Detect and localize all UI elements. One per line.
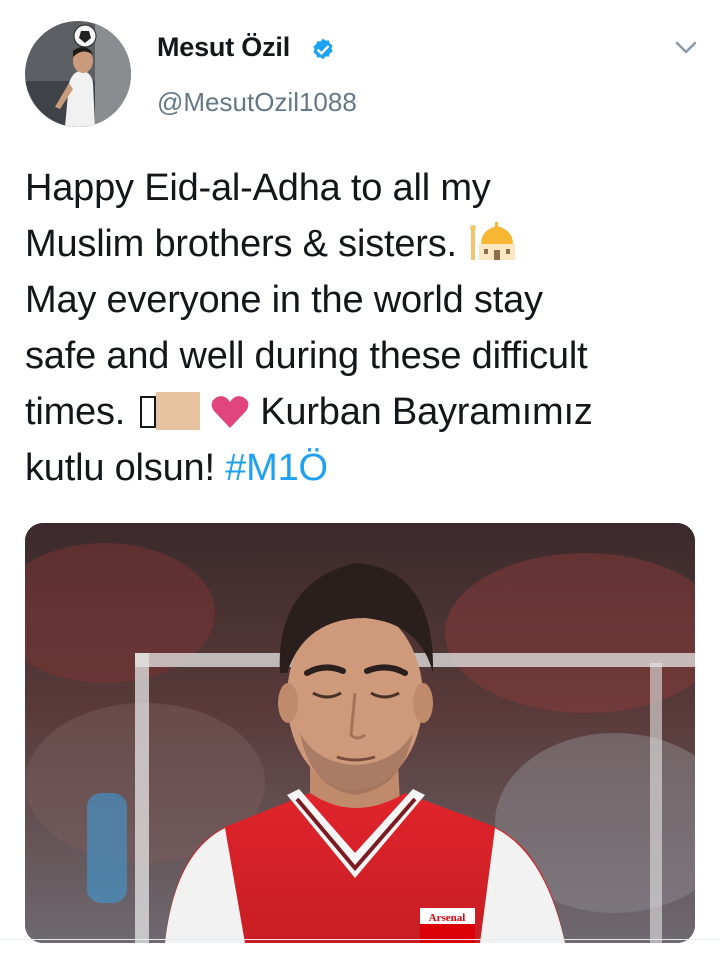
author-display-name[interactable]: Mesut Özil [157, 32, 290, 63]
player-photo: Arsenal [25, 523, 695, 943]
avatar[interactable] [25, 21, 131, 127]
hashtag-link[interactable]: #M1Ö [225, 447, 328, 489]
author-handle[interactable]: @MesutOzil1088 [157, 87, 357, 118]
tweet-line: times. Kurban Bayramımız [25, 384, 705, 440]
tweet-line: Muslim brothers & sisters. [25, 216, 705, 272]
mosque-emoji-icon [470, 222, 516, 260]
avatar-image [25, 21, 131, 127]
heart-emoji-icon [211, 396, 249, 428]
divider [0, 939, 720, 940]
tweet-line-text: times. [25, 391, 126, 433]
tweet-line-text: kutlu olsun! [25, 447, 215, 489]
tweet-line: Happy Eid-al-Adha to all my [25, 167, 491, 209]
skin-tone-icon [155, 392, 200, 430]
tweet-media-image[interactable]: Arsenal [25, 523, 695, 943]
tweet-line: kutlu olsun! #M1Ö [25, 440, 705, 496]
tweet-line-text: Muslim brothers & sisters. [25, 223, 457, 265]
tweet-line: safe and well during these difficult [25, 335, 588, 377]
tweet-text: Happy Eid-al-Adha to all my Muslim broth… [25, 160, 705, 496]
tweet-line-text: Kurban Bayramımız [260, 391, 593, 433]
verified-badge-icon [313, 38, 333, 60]
chevron-down-icon[interactable] [674, 40, 698, 56]
arsenal-crest-text: Arsenal [429, 912, 466, 924]
missing-glyph-icon [139, 396, 156, 428]
tweet-line: May everyone in the world stay [25, 279, 543, 321]
